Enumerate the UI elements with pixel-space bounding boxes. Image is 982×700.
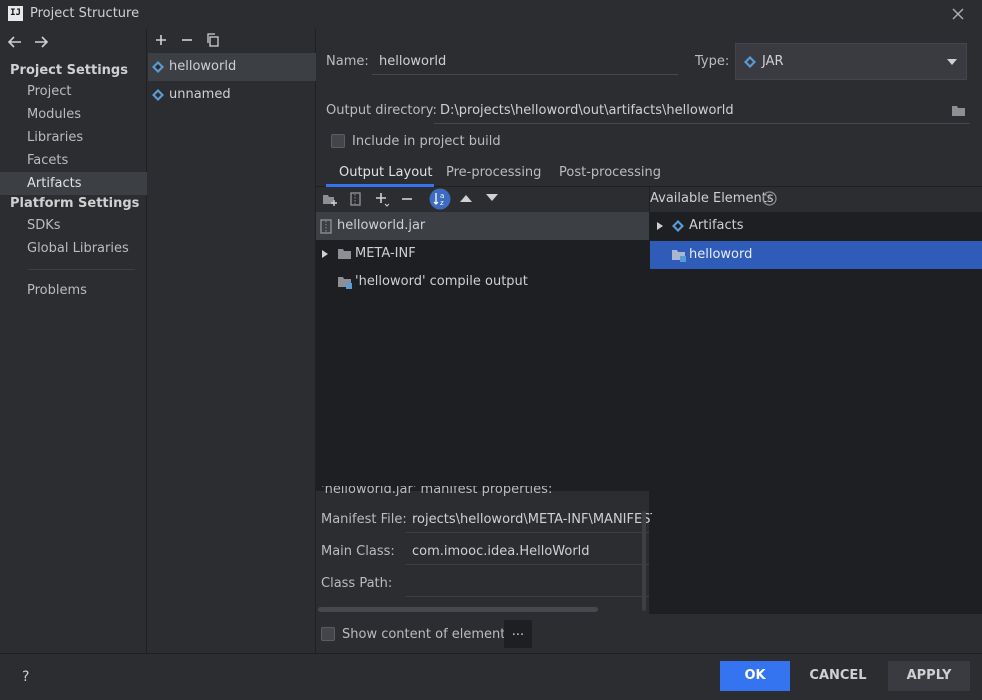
artifact-item-label: helloworld — [169, 59, 237, 74]
title-bar — [0, 0, 982, 29]
main-class-label: Main Class: — [321, 544, 395, 559]
show-content-label: Show content of elements — [342, 627, 513, 642]
help-icon[interactable]: ? — [762, 191, 777, 206]
create-archive-icon[interactable] — [348, 191, 364, 207]
available-item-label: helloword — [689, 247, 753, 262]
include-in-build-label: Include in project build — [352, 134, 501, 149]
module-folder-icon — [671, 249, 686, 262]
include-in-build-checkbox[interactable] — [331, 134, 345, 148]
manifest-properties-panel: 'helloworld.jar' manifest properties: Ma… — [316, 486, 652, 614]
nav-item-global-libraries[interactable]: Global Libraries — [0, 237, 147, 260]
folder-icon — [337, 248, 352, 260]
vertical-scrollbar[interactable] — [642, 511, 646, 611]
nav-item-problems[interactable]: Problems — [0, 279, 147, 302]
new-folder-icon[interactable] — [322, 191, 338, 207]
main-class-underline — [406, 564, 649, 565]
manifest-file-underline — [406, 532, 649, 533]
move-up-icon[interactable] — [459, 193, 475, 209]
artifact-item-helloworld[interactable]: helloworld — [148, 53, 316, 81]
artifact-icon — [151, 88, 165, 102]
add-icon[interactable] — [153, 32, 169, 48]
close-icon[interactable] — [950, 6, 966, 22]
class-path-underline — [406, 596, 649, 597]
output-directory-underline — [434, 123, 970, 124]
class-path-label: Class Path: — [321, 576, 393, 591]
move-down-icon[interactable] — [485, 193, 501, 209]
artifact-icon — [743, 55, 757, 69]
platform-settings-header: Platform Settings — [10, 196, 140, 211]
nav-item-sdks[interactable]: SDKs — [0, 214, 147, 237]
artifact-item-unnamed[interactable]: unnamed — [148, 81, 316, 109]
folder-browse-icon[interactable] — [951, 103, 967, 117]
horizontal-scrollbar[interactable] — [318, 607, 598, 612]
name-label: Name: — [326, 54, 369, 69]
tree-item-label: META-INF — [355, 246, 416, 261]
tab-output-layout[interactable]: Output Layout — [339, 165, 432, 180]
intellij-app-icon: IJ — [8, 6, 23, 21]
output-layout-tree: helloworld.jar META-INF 'helloword' comp… — [316, 212, 649, 490]
nav-divider — [28, 269, 135, 270]
more-options-button[interactable]: ... — [504, 620, 532, 648]
manifest-file-label: Manifest File: — [321, 512, 407, 527]
available-elements-header: Available Elements — [650, 191, 774, 206]
svg-text:?: ? — [767, 195, 772, 205]
manifest-header-clip: 'helloworld.jar' manifest properties: — [321, 486, 649, 496]
nav-item-project[interactable]: Project — [0, 80, 147, 103]
nav-item-artifacts[interactable]: Artifacts — [0, 172, 147, 195]
tree-item-meta-inf[interactable]: META-INF — [316, 240, 649, 268]
nav-item-facets[interactable]: Facets — [0, 149, 147, 172]
tree-item-label: helloworld.jar — [337, 218, 426, 233]
nav-item-modules[interactable]: Modules — [0, 103, 147, 126]
artifact-item-label: unnamed — [169, 87, 231, 102]
tree-item-label: 'helloword' compile output — [355, 274, 528, 289]
available-item-artifacts[interactable]: Artifacts — [650, 212, 982, 240]
module-folder-icon — [337, 276, 352, 289]
type-select[interactable]: JAR — [735, 43, 967, 80]
tree-item-helloworld-jar[interactable]: helloworld.jar — [316, 212, 649, 240]
expand-arrow-icon[interactable] — [321, 249, 329, 259]
tab-post-processing[interactable]: Post-processing — [559, 165, 661, 180]
expand-arrow-icon[interactable] — [656, 221, 664, 231]
jar-icon — [320, 219, 332, 234]
sort-elements-icon[interactable]: az — [429, 188, 451, 210]
copy-icon[interactable] — [205, 32, 221, 48]
help-button[interactable]: ? — [22, 669, 29, 685]
type-select-value: JAR — [762, 54, 784, 69]
svg-text:z: z — [440, 199, 444, 207]
cancel-button[interactable]: CANCEL — [800, 661, 876, 691]
tab-pre-processing[interactable]: Pre-processing — [446, 165, 541, 180]
artifact-icon — [151, 60, 165, 74]
back-arrow-icon[interactable] — [7, 35, 23, 49]
name-field-underline — [372, 74, 678, 75]
show-content-checkbox[interactable] — [321, 627, 335, 641]
add-copy-of-icon[interactable] — [374, 191, 390, 207]
main-class-field[interactable]: com.imooc.idea.HelloWorld — [412, 544, 652, 559]
settings-nav: Project Settings Project Modules Librari… — [0, 29, 147, 653]
output-directory-field[interactable]: D:\projects\helloword\out\artifacts\hell… — [440, 103, 734, 118]
chevron-down-icon — [946, 58, 958, 66]
name-field[interactable]: helloworld — [379, 54, 446, 69]
manifest-file-field[interactable]: rojects\helloword\META-INF\MANIFEST.MF — [412, 512, 652, 527]
type-label: Type: — [695, 54, 730, 69]
project-settings-header: Project Settings — [10, 63, 128, 78]
artifact-list-panel: helloworld unnamed — [148, 29, 316, 653]
forward-arrow-icon[interactable] — [33, 35, 49, 49]
tree-item-compile-output[interactable]: 'helloword' compile output — [316, 268, 649, 296]
active-tab-indicator — [326, 184, 434, 187]
available-item-helloword[interactable]: helloword — [650, 241, 982, 269]
available-elements-tree: Artifacts helloword — [650, 212, 982, 614]
apply-button[interactable]: APPLY — [888, 661, 970, 691]
window-title: Project Structure — [30, 6, 140, 21]
available-item-label: Artifacts — [689, 218, 744, 233]
manifest-properties-header: 'helloworld.jar' manifest properties: — [321, 486, 553, 496]
artifact-icon — [671, 219, 685, 233]
nav-item-libraries[interactable]: Libraries — [0, 126, 147, 149]
output-directory-label: Output directory: — [326, 103, 437, 118]
ok-button[interactable]: OK — [720, 661, 790, 691]
remove-icon[interactable] — [179, 32, 195, 48]
remove-element-icon[interactable] — [399, 191, 415, 207]
